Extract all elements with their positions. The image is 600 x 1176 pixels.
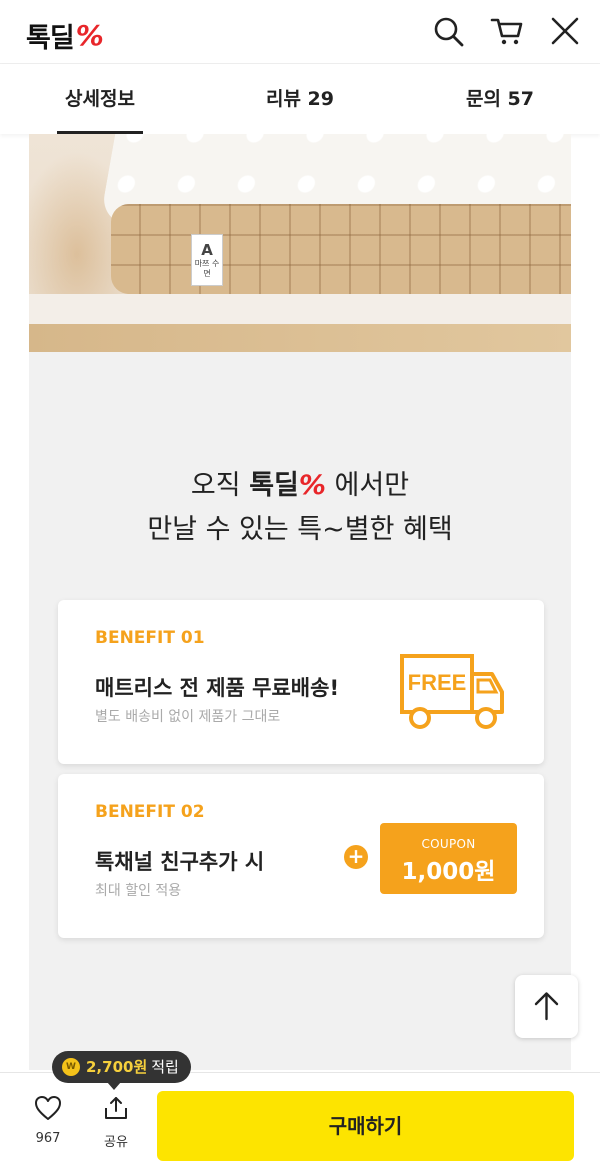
close-icon[interactable]	[548, 14, 582, 48]
product-detail-content: A 마쯔 수면 오직 톡딜% 에서만 만날 수 있는 특~별한 혜택 BENEF…	[29, 134, 571, 1070]
tag-letter: A	[201, 241, 213, 259]
cart-icon[interactable]	[490, 14, 524, 48]
tab-inquiries[interactable]: 문의 57	[400, 64, 600, 134]
arrow-up-icon	[534, 992, 559, 1021]
top-header: 톡딜%	[0, 0, 600, 64]
mattress-label-tag: A 마쯔 수면	[191, 234, 223, 286]
share-button[interactable]: 공유	[96, 1095, 136, 1150]
benefit-subtitle: 별도 배송비 없이 제품가 그대로	[95, 709, 281, 725]
coupon-label: COUPON	[421, 837, 476, 851]
benefit-card-coupon: BENEFIT 02 톡채널 친구추가 시 최대 할인 적용 + COUPON …	[58, 774, 544, 938]
headline-brand: 톡딜%	[249, 470, 326, 501]
points-amount: 2,700원	[86, 1058, 148, 1076]
tag-text: 마쯔 수면	[194, 259, 220, 278]
headline-line2: 만날 수 있는 특~별한 혜택	[147, 514, 453, 545]
like-count: 967	[35, 1131, 61, 1146]
headline-brand-text: 톡딜	[249, 470, 299, 501]
headline-brand-mark: %	[298, 470, 326, 501]
logo-mark: %	[75, 19, 104, 52]
delivery-truck-icon: FREE	[400, 654, 504, 729]
coin-icon: W	[62, 1058, 80, 1076]
benefit-headline: 오직 톡딜% 에서만 만날 수 있는 특~별한 혜택	[29, 464, 571, 552]
bed-frame	[29, 294, 571, 324]
logo-text: 톡딜	[26, 23, 75, 54]
wood-floor	[29, 324, 571, 352]
talkdeal-logo[interactable]: 톡딜%	[26, 16, 104, 55]
coupon-badge[interactable]: COUPON 1,000원	[380, 823, 517, 894]
bottom-action-bar: 967 공유 구매하기	[0, 1072, 600, 1176]
like-button[interactable]: 967	[28, 1095, 68, 1146]
points-suffix: 적립	[151, 1058, 179, 1076]
benefit-card-free-shipping: BENEFIT 01 매트리스 전 제품 무료배송! 별도 배송비 없이 제품가…	[58, 600, 544, 764]
mattress-side	[111, 204, 571, 294]
scroll-top-button[interactable]	[515, 975, 578, 1038]
detail-tabs: 상세정보 리뷰 29 문의 57	[0, 64, 600, 134]
benefit-title: 매트리스 전 제품 무료배송!	[95, 676, 340, 700]
buy-button[interactable]: 구매하기	[157, 1091, 574, 1161]
heart-icon	[35, 1096, 61, 1120]
mattress-photo: A 마쯔 수면	[29, 134, 571, 352]
benefit-subtitle: 최대 할인 적용	[95, 883, 182, 899]
points-tooltip: W 2,700원 적립	[52, 1051, 191, 1090]
free-badge: FREE	[408, 670, 467, 695]
benefit-number: BENEFIT 02	[95, 802, 205, 822]
headline-post: 에서만	[334, 470, 410, 501]
headline-pre: 오직	[190, 470, 241, 501]
tab-reviews[interactable]: 리뷰 29	[200, 64, 400, 134]
benefit-title: 톡채널 친구추가 시	[95, 850, 265, 874]
coupon-amount: 1,000원	[401, 859, 496, 885]
share-icon	[105, 1097, 127, 1119]
benefit-number: BENEFIT 01	[95, 628, 205, 648]
headline-line1: 오직 톡딜% 에서만	[29, 464, 571, 508]
search-icon[interactable]	[431, 14, 465, 48]
plus-icon: +	[344, 845, 368, 869]
tab-detail-info[interactable]: 상세정보	[0, 64, 200, 134]
share-label: 공유	[104, 1135, 128, 1150]
